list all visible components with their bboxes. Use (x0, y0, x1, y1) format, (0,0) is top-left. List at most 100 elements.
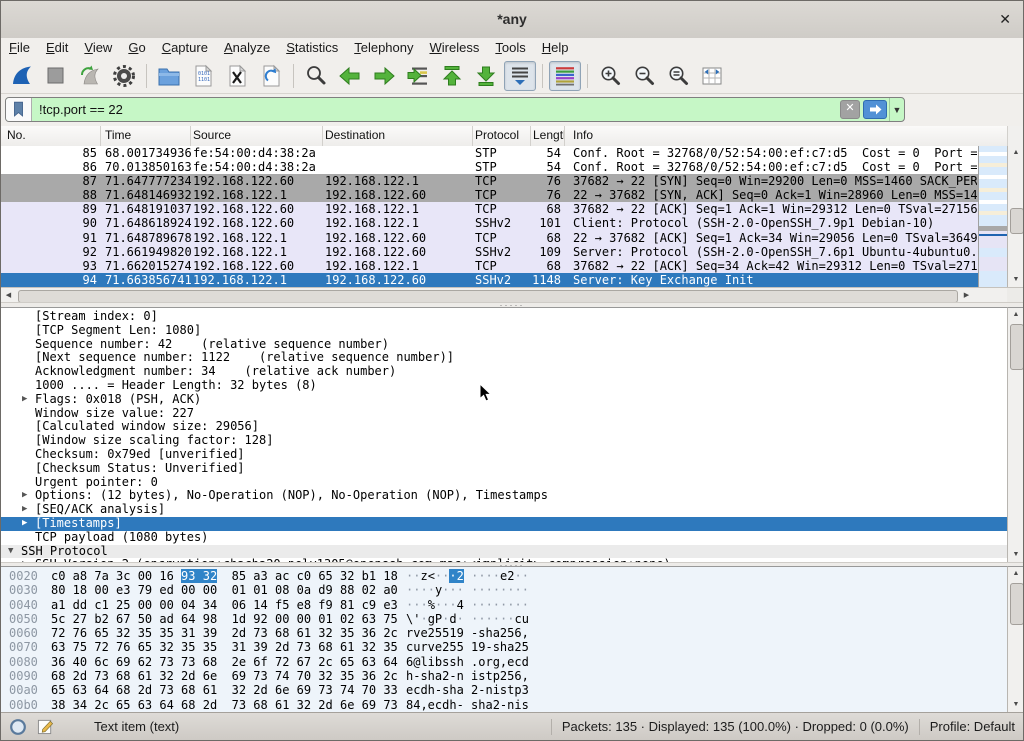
go-last-button[interactable] (470, 61, 502, 91)
packet-row-86[interactable]: 8670.013850163fe:54:00:d4:38:2aSTP54Conf… (1, 160, 978, 174)
hex-row-00b0[interactable]: 00b038 34 2c 65 63 64 68 2d 73 68 61 32 … (1, 698, 1007, 712)
intelligent-scrollbar-minimap[interactable] (978, 146, 1008, 287)
detail-line[interactable]: [Calculated window size: 29056] (1, 420, 1007, 434)
column-header-protocol[interactable]: Protocol (473, 126, 531, 146)
title-bar[interactable]: *any ✕ (1, 1, 1023, 39)
filter-history-dropdown[interactable]: ▼ (889, 98, 904, 121)
scroll-left-icon[interactable]: ◀ (1, 289, 16, 302)
detail-line[interactable]: Sequence number: 42 (relative sequence n… (1, 338, 1007, 352)
hex-vscrollbar[interactable]: ▲ ▼ (1007, 566, 1024, 712)
column-header-source[interactable]: Source (191, 126, 323, 146)
reload-file-button[interactable] (255, 61, 287, 91)
hex-row-0020[interactable]: 0020c0 a8 7a 3c 00 16 93 32 85 a3 ac c0 … (1, 569, 1007, 583)
column-header-no[interactable]: No. (1, 126, 101, 146)
hex-row-0040[interactable]: 0040a1 dd c1 25 00 00 04 34 06 14 f5 e8 … (1, 598, 1007, 612)
packet-row-87[interactable]: 8771.647777234192.168.122.60192.168.122.… (1, 174, 978, 188)
detail-line[interactable]: ▼SSH Protocol (1, 545, 1007, 559)
packet-list-vscrollbar[interactable]: ▲ ▼ (1007, 146, 1024, 287)
menu-wireless[interactable]: Wireless (422, 38, 488, 58)
detail-line[interactable]: ▶[SEQ/ACK analysis] (1, 503, 1007, 517)
packet-list-header[interactable]: No.TimeSourceDestinationProtocolLengthIn… (1, 126, 1008, 147)
auto-scroll-button[interactable] (504, 61, 536, 91)
filter-expression-text[interactable]: !tcp.port == 22 (32, 102, 840, 117)
detail-line[interactable]: ▶Flags: 0x018 (PSH, ACK) (1, 393, 1007, 407)
go-to-packet-button[interactable] (402, 61, 434, 91)
menu-telephony[interactable]: Telephony (346, 38, 421, 58)
details-vscrollbar[interactable]: ▲ ▼ (1007, 307, 1024, 562)
detail-line[interactable]: Urgent pointer: 0 (1, 476, 1007, 490)
collapsed-arrow-icon[interactable]: ▶ (22, 489, 27, 503)
filter-clear-button[interactable]: ✕ (840, 100, 860, 119)
capture-options-button[interactable] (108, 61, 140, 91)
scroll-up-icon[interactable]: ▲ (1008, 146, 1024, 160)
scrollbar-thumb[interactable] (1010, 208, 1024, 234)
display-filter-input[interactable]: !tcp.port == 22 ✕ ▼ (5, 97, 905, 122)
packet-row-90[interactable]: 9071.648618924192.168.122.60192.168.122.… (1, 216, 978, 230)
start-capture-button[interactable] (6, 61, 38, 91)
packet-row-92[interactable]: 9271.661949820192.168.122.1192.168.122.6… (1, 245, 978, 259)
menu-capture[interactable]: Capture (154, 38, 216, 58)
detail-line[interactable]: 1000 .... = Header Length: 32 bytes (8) (1, 379, 1007, 393)
capture-comment-icon[interactable] (37, 718, 54, 735)
menu-file[interactable]: File (1, 38, 38, 58)
packet-row-93[interactable]: 9371.662015274192.168.122.60192.168.122.… (1, 259, 978, 273)
hex-row-0050[interactable]: 00505c 27 b2 67 50 ad 64 98 1d 92 00 00 … (1, 612, 1007, 626)
column-header-length[interactable]: Length (531, 126, 565, 146)
go-back-button[interactable] (334, 61, 366, 91)
colorize-button[interactable] (549, 61, 581, 91)
collapsed-arrow-icon[interactable]: ▶ (22, 503, 27, 517)
detail-line[interactable]: [TCP Segment Len: 1080] (1, 324, 1007, 338)
go-forward-button[interactable] (368, 61, 400, 91)
detail-line[interactable]: [Stream index: 0] (1, 310, 1007, 324)
packet-row-89[interactable]: 8971.648191037192.168.122.60192.168.122.… (1, 202, 978, 216)
zoom-in-button[interactable] (594, 61, 626, 91)
packet-row-85[interactable]: 8568.001734936fe:54:00:d4:38:2aSTP54Conf… (1, 146, 978, 160)
hex-row-0090[interactable]: 009068 2d 73 68 61 32 2d 6e 69 73 74 70 … (1, 669, 1007, 683)
expert-info-icon[interactable] (9, 718, 27, 736)
resize-columns-button[interactable] (696, 61, 728, 91)
zoom-original-button[interactable] (662, 61, 694, 91)
packet-row-94[interactable]: 9471.663856741192.168.122.1192.168.122.6… (1, 273, 978, 287)
close-icon[interactable]: ✕ (999, 1, 1011, 38)
open-file-button[interactable] (153, 61, 185, 91)
hex-row-0060[interactable]: 006072 76 65 32 35 35 31 39 2d 73 68 61 … (1, 626, 1007, 640)
column-header-info[interactable]: Info (565, 126, 1008, 146)
collapsed-arrow-icon[interactable]: ▶ (22, 517, 27, 531)
profile-label[interactable]: Profile: Default (930, 719, 1015, 734)
filter-apply-button[interactable] (863, 100, 887, 119)
scroll-up-icon[interactable]: ▲ (1008, 567, 1024, 581)
menu-analyze[interactable]: Analyze (216, 38, 278, 58)
menu-statistics[interactable]: Statistics (278, 38, 346, 58)
detail-line[interactable]: Acknowledgment number: 34 (relative ack … (1, 365, 1007, 379)
detail-line[interactable]: ▶Options: (12 bytes), No-Operation (NOP)… (1, 489, 1007, 503)
hex-row-0030[interactable]: 003080 18 00 e3 79 ed 00 00 01 01 08 0a … (1, 583, 1007, 597)
stop-capture-button[interactable] (40, 61, 72, 91)
restart-capture-button[interactable] (74, 61, 106, 91)
packet-row-91[interactable]: 9171.648789678192.168.122.1192.168.122.6… (1, 231, 978, 245)
menu-tools[interactable]: Tools (487, 38, 533, 58)
detail-line[interactable]: Checksum: 0x79ed [unverified] (1, 448, 1007, 462)
save-file-button[interactable]: 01011101 (187, 61, 219, 91)
scroll-down-icon[interactable]: ▼ (1008, 273, 1024, 287)
menu-edit[interactable]: Edit (38, 38, 76, 58)
expanded-arrow-icon[interactable]: ▼ (8, 545, 13, 559)
detail-line[interactable]: TCP payload (1080 bytes) (1, 531, 1007, 545)
detail-line[interactable]: [Checksum Status: Unverified] (1, 462, 1007, 476)
menu-help[interactable]: Help (534, 38, 577, 58)
detail-line[interactable]: [Window size scaling factor: 128] (1, 434, 1007, 448)
scrollbar-thumb[interactable] (1010, 583, 1024, 625)
hex-row-00a0[interactable]: 00a065 63 64 68 2d 73 68 61 32 2d 6e 69 … (1, 683, 1007, 697)
detail-line[interactable]: Window size value: 227 (1, 407, 1007, 421)
hex-row-0080[interactable]: 008036 40 6c 69 62 73 73 68 2e 6f 72 67 … (1, 655, 1007, 669)
scroll-up-icon[interactable]: ▲ (1008, 308, 1024, 322)
packet-row-88[interactable]: 8871.648146932192.168.122.1192.168.122.6… (1, 188, 978, 202)
detail-line[interactable]: [Next sequence number: 1122 (relative se… (1, 351, 1007, 365)
menu-view[interactable]: View (76, 38, 120, 58)
go-first-button[interactable] (436, 61, 468, 91)
menu-go[interactable]: Go (120, 38, 153, 58)
scroll-down-icon[interactable]: ▼ (1008, 548, 1024, 562)
collapsed-arrow-icon[interactable]: ▶ (22, 393, 27, 407)
scrollbar-thumb[interactable] (1010, 324, 1024, 370)
find-packet-button[interactable] (300, 61, 332, 91)
scroll-down-icon[interactable]: ▼ (1008, 698, 1024, 712)
